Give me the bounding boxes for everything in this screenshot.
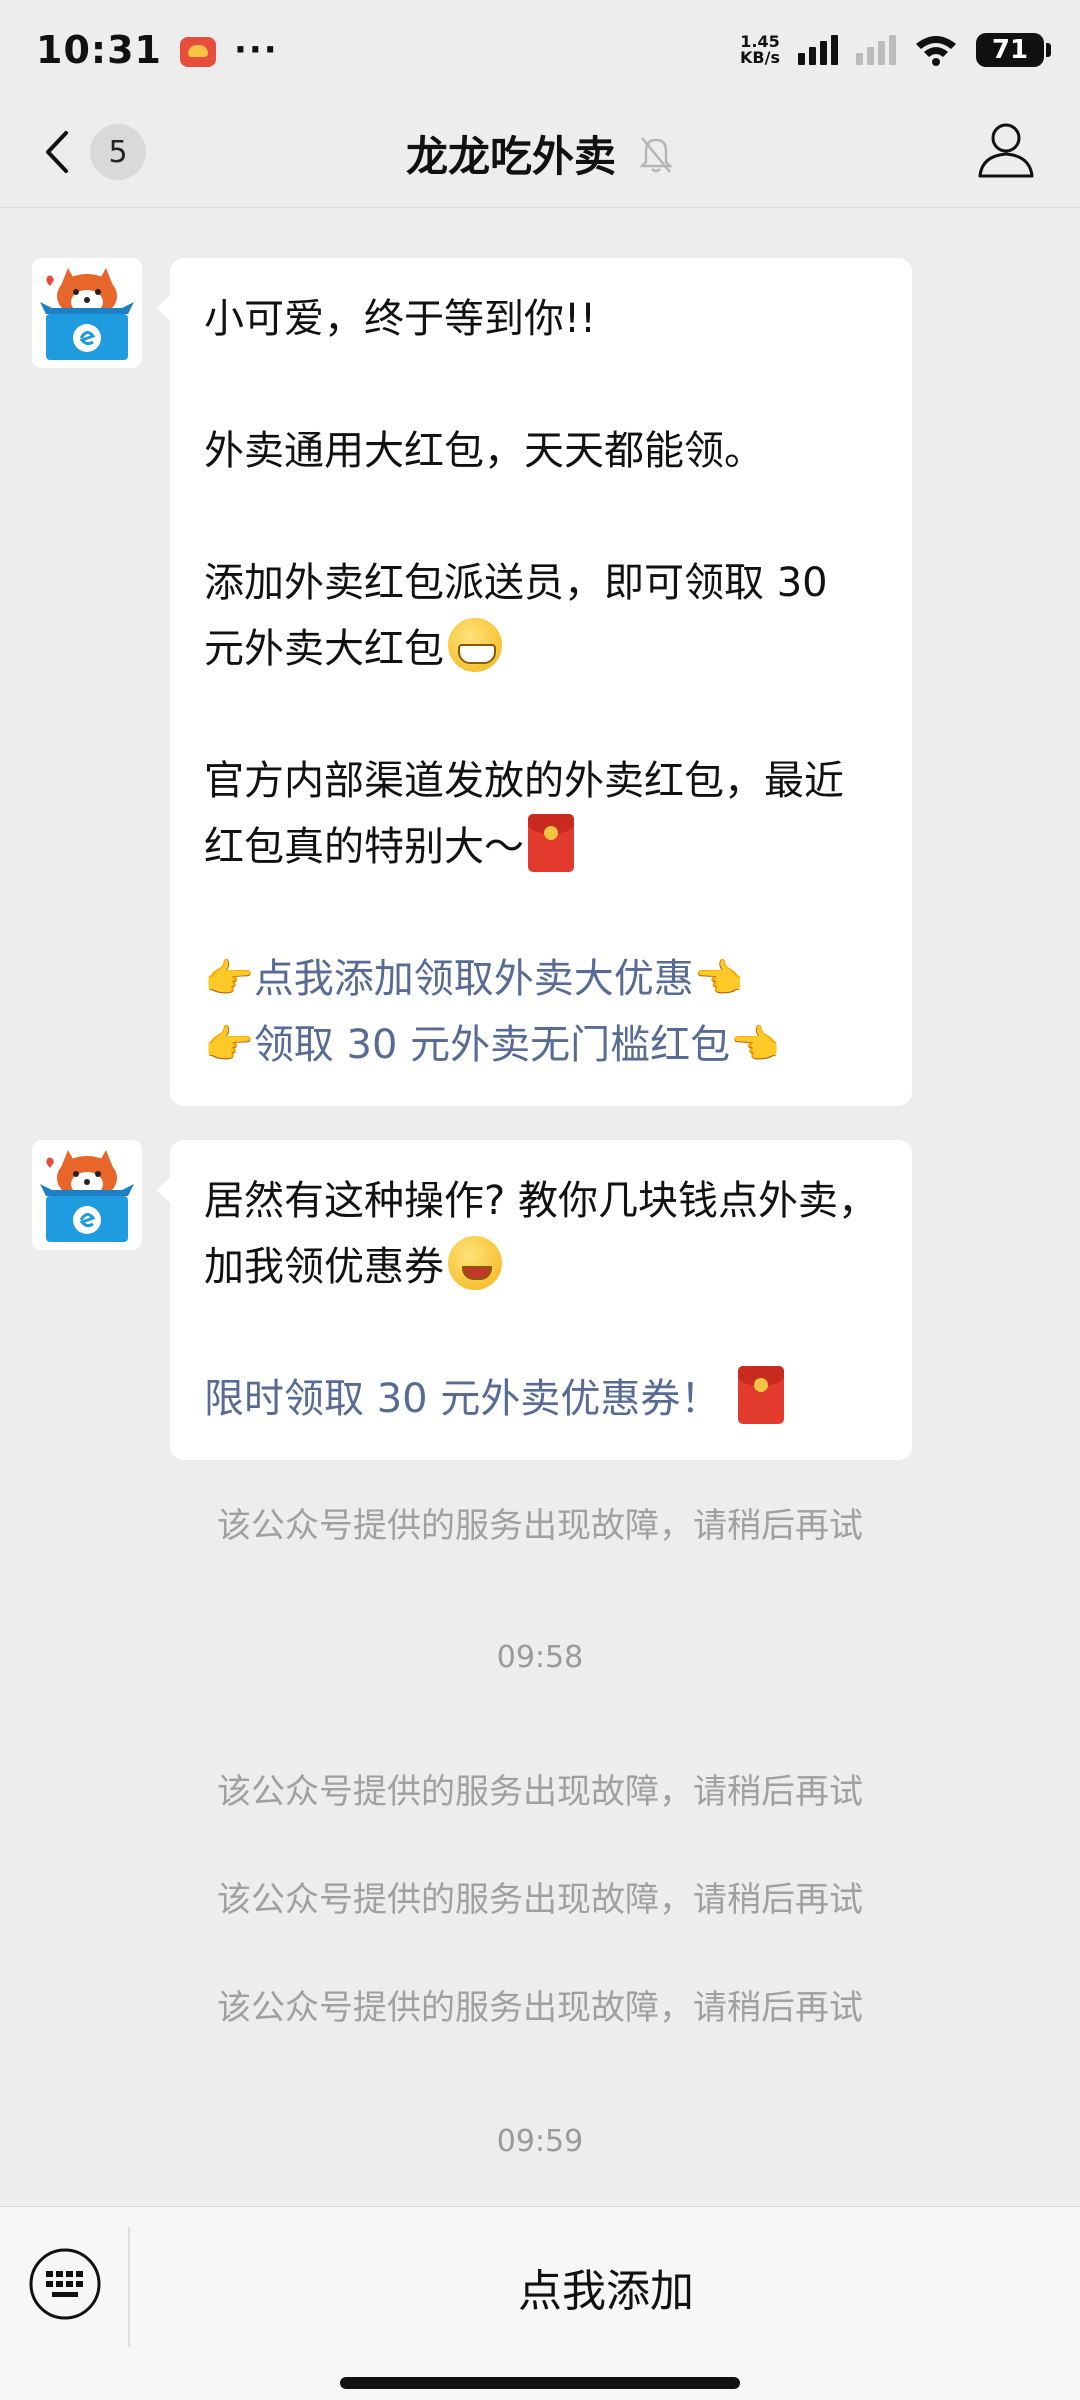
pointing-hand-icon: 👉: [204, 1022, 254, 1068]
timestamp: 09:58: [496, 1640, 584, 1675]
message-paragraph: 官方内部渠道发放的外卖红包，最近红包真的特别大～: [204, 748, 878, 880]
battery-icon: 71: [976, 33, 1051, 67]
message-paragraph: 小可爱，终于等到你!!: [204, 296, 597, 342]
avatar-mascot-icon: [32, 1140, 142, 1250]
signal-icon: [798, 35, 838, 65]
add-link[interactable]: 点我添加领取外卖大优惠: [254, 956, 694, 1002]
profile-icon[interactable]: [972, 116, 1040, 184]
status-right: 1.45 KB/s 71: [740, 33, 1051, 67]
message-text: 添加外卖红包派送员，即可领取 30 元外卖大红包: [204, 560, 828, 672]
pointing-hand-icon: 👈: [693, 956, 744, 1002]
avatar-mascot-icon: [32, 258, 142, 368]
message-text: 官方内部渠道发放的外卖红包，最近红包真的特别大～: [204, 758, 844, 870]
status-bar: 10:31 ··· 1.45 KB/s 71: [0, 0, 1080, 100]
message-text: 居然有这种操作? 教你几块钱点外卖，加我领优惠券: [204, 1178, 878, 1290]
red-packet-icon: [528, 814, 574, 872]
link-row[interactable]: 限时领取 30 元外卖优惠券！: [204, 1366, 878, 1432]
message-paragraph: 添加外卖红包派送员，即可领取 30 元外卖大红包: [204, 550, 878, 682]
menu-add-button[interactable]: 点我添加: [132, 2207, 1080, 2367]
notification-app-icon: [179, 37, 216, 67]
link-row[interactable]: 👉领取 30 元外卖无门槛红包👈: [204, 1012, 878, 1078]
system-notice: 该公众号提供的服务出现故障，请稍后再试: [217, 1506, 863, 1546]
timestamp: 09:59: [496, 2124, 584, 2159]
more-notifications-icon: ···: [233, 30, 279, 70]
system-notice: 该公众号提供的服务出现故障，请稍后再试: [217, 1880, 863, 1920]
message-bubble[interactable]: 小可爱，终于等到你!! 外卖通用大红包，天天都能领。 添加外卖红包派送员，即可领…: [156, 258, 912, 1106]
pointing-hand-icon: 👈: [730, 1022, 780, 1068]
red-packet-icon: [738, 1366, 785, 1424]
keyboard-icon[interactable]: [28, 2247, 102, 2321]
mute-bell-icon: [638, 136, 674, 173]
grin-emoji-icon: [448, 618, 502, 672]
divider: [128, 2227, 130, 2347]
network-speed: 1.45 KB/s: [740, 34, 780, 66]
wifi-icon: [916, 36, 956, 66]
chat-title: 龙龙吃外卖: [405, 132, 616, 181]
unread-count-badge: 5: [90, 124, 146, 180]
system-notice: 该公众号提供的服务出现故障，请稍后再试: [217, 1772, 863, 1812]
link-row[interactable]: 👉点我添加领取外卖大优惠👈: [204, 946, 878, 1012]
message-paragraph: 外卖通用大红包，天天都能领。: [204, 428, 764, 474]
status-left: 10:31 ···: [36, 28, 279, 72]
avatar[interactable]: [32, 1140, 142, 1250]
avatar[interactable]: [32, 258, 142, 368]
chat-header: 5 龙龙吃外卖: [0, 100, 1080, 208]
pointing-hand-icon: 👉: [204, 956, 254, 1002]
link-group: 👉点我添加领取外卖大优惠👈 👉领取 30 元外卖无门槛红包👈: [204, 946, 878, 1078]
network-speed-unit: KB/s: [740, 48, 780, 67]
home-indicator[interactable]: [340, 2377, 740, 2389]
wink-emoji-icon: [448, 1236, 502, 1290]
back-button[interactable]: 5: [40, 124, 146, 180]
message-bubble[interactable]: 居然有这种操作? 教你几块钱点外卖，加我领优惠券 限时领取 30 元外卖优惠券！: [156, 1140, 912, 1460]
coupon-link[interactable]: 领取 30 元外卖无门槛红包: [254, 1022, 730, 1068]
message-paragraph: 居然有这种操作? 教你几块钱点外卖，加我领优惠券: [204, 1168, 878, 1300]
bottom-menu-bar: 点我添加: [0, 2206, 1080, 2400]
signal-secondary-icon: [856, 35, 896, 65]
coupon-link[interactable]: 限时领取 30 元外卖优惠券！: [204, 1376, 720, 1422]
status-time: 10:31: [36, 28, 162, 72]
system-notice: 该公众号提供的服务出现故障，请稍后再试: [217, 1988, 863, 2028]
back-icon: [46, 131, 68, 173]
